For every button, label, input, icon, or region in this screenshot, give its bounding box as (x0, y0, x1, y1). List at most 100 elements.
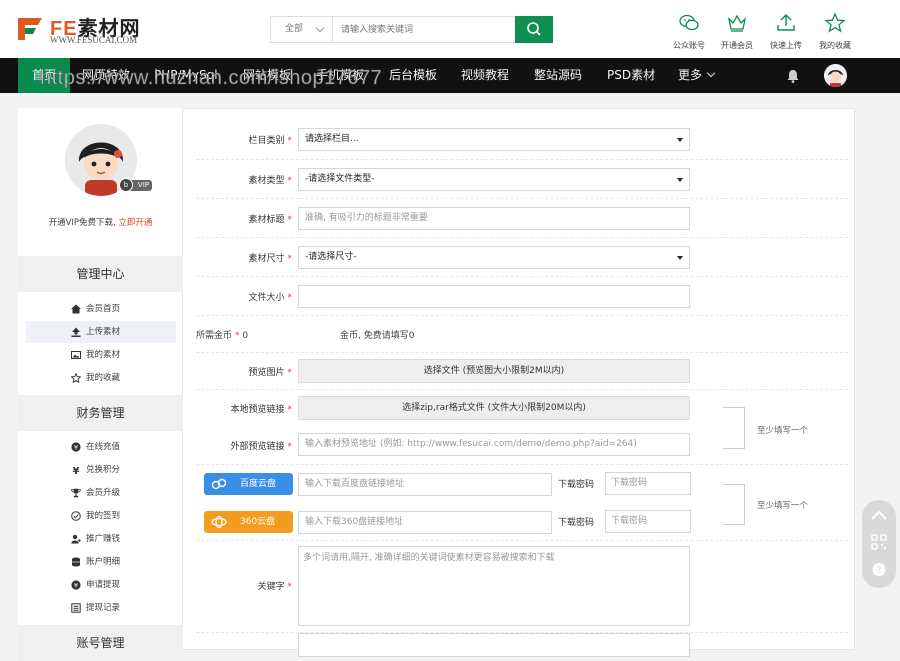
menu-label: 会员升级 (86, 488, 121, 498)
svg-text:?: ? (877, 566, 882, 576)
user-plus-icon (71, 534, 81, 544)
title-input[interactable]: 准确, 有吸引力的标题非常重要 (298, 207, 690, 230)
baidu-link-input[interactable]: 输入下载百度盘链接地址 (298, 473, 552, 496)
menu-label: 兑换积分 (86, 465, 121, 475)
nav-item-php[interactable]: PHP/MySql (154, 58, 218, 93)
external-preview-input[interactable]: 输入素材预览地址 (例如: http://www.fesucai.com/dem… (298, 433, 690, 456)
row-baidu: 百度云盘 输入下载百度盘链接地址 下载密码 下载密码 (196, 465, 848, 503)
preview-bracket (723, 407, 745, 449)
tool-vip[interactable]: 开通会员 (714, 10, 760, 52)
preview-image-file-button[interactable]: 选择文件 (预览图大小限制2M以内) (298, 359, 690, 383)
baidu-pan-button[interactable]: 百度云盘 (204, 473, 293, 495)
external-preview-label: 外部预览链接 * (230, 442, 292, 452)
star-icon (824, 12, 846, 33)
pan360-button[interactable]: 360云盘 (204, 511, 293, 533)
baidu-button-label: 百度云盘 (240, 479, 277, 489)
logo-mark-icon (18, 18, 42, 40)
local-preview-file-button[interactable]: 选择zip,rar格式文件 (文件大小限制20M以内) (298, 396, 690, 420)
pan360-pwd-input[interactable]: 下载密码 (605, 510, 691, 533)
row-external-preview: 外部预览链接 * 输入素材预览地址 (例如: http://www.fesucai… (196, 427, 848, 465)
logo-url: WWW.FESUCAI.COM (50, 35, 138, 45)
qrcode-icon[interactable] (871, 534, 887, 550)
caret-down-icon (677, 178, 683, 182)
vip-badge-label: VIP (137, 181, 149, 189)
category-select[interactable]: 请选择栏目... (298, 128, 690, 151)
nav-item-source[interactable]: 整站源码 (534, 58, 582, 93)
bell-icon[interactable] (785, 68, 801, 84)
sidebar-item-member-home[interactable]: 会员首页 (26, 298, 176, 320)
coins-note: 金币, 免费请填写0 (340, 331, 415, 341)
scroll-top-icon[interactable] (870, 508, 888, 522)
site-logo[interactable]: FE素材网 WWW.FESUCAI.COM (16, 12, 166, 46)
section-management: 管理中心 (18, 256, 183, 292)
filesize-input[interactable] (298, 285, 690, 308)
sidebar-item-upgrade[interactable]: 会员升级 (26, 482, 176, 504)
vip-prompt-text: 开通VIP免费下载, (48, 218, 116, 228)
svg-text:¥: ¥ (74, 443, 78, 451)
sidebar-item-recharge[interactable]: ¥ 在线充值 (26, 436, 176, 458)
row-local-preview: 本地预览链接 * 选择zip,rar格式文件 (文件大小限制20M以内) (196, 390, 848, 427)
member-sidebar: b VIP 开通VIP免费下载, 立即开通 管理中心 会员首页 上传素材 我的素材… (18, 108, 183, 661)
tool-label: 我的收藏 (819, 41, 851, 50)
row-size: 素材尺寸 * -请选择尺寸- (196, 238, 848, 277)
tool-wechat[interactable]: 公众账号 (666, 10, 712, 52)
pan360-link-input[interactable]: 输入下载360盘链接地址 (298, 511, 552, 534)
tool-upload[interactable]: 快速上传 (763, 10, 809, 52)
row-category: 栏目类别 * 请选择栏目... (196, 120, 848, 160)
upload-icon (777, 14, 795, 31)
main-nav: 首页 网页特效 PHP/MySql 网站模板 手机模板 后台模板 视频教程 整站… (0, 58, 900, 93)
sidebar-item-promote[interactable]: 推广赚钱 (26, 528, 176, 550)
nav-item-psd[interactable]: PSD素材 (607, 58, 655, 93)
row-preview-image: 预览图片 * 选择文件 (预览图大小限制2M以内) (196, 353, 848, 390)
nav-item-templates[interactable]: 网站模板 (243, 58, 291, 93)
local-preview-label: 本地预览链接 * (230, 405, 292, 415)
nav-item-mobile[interactable]: 手机模板 (316, 58, 364, 93)
sidebar-item-favorites[interactable]: 我的收藏 (26, 367, 176, 389)
preview-image-label: 预览图片 * (248, 368, 292, 378)
coin-icon: ¥ (71, 442, 81, 452)
search-category-select[interactable]: 全部 (271, 17, 333, 42)
filesize-label: 文件大小 * (248, 293, 292, 303)
coins-label: 所需金币 * 0 (196, 331, 249, 341)
caret-down-icon (677, 256, 683, 260)
sidebar-item-upload[interactable]: 上传素材 (26, 321, 176, 343)
menu-label: 推广赚钱 (86, 534, 121, 544)
coins-value[interactable]: 0 (242, 331, 248, 341)
sidebar-item-my-assets[interactable]: 我的素材 (26, 344, 176, 366)
row-keywords: 关键字 * 多个词请用,隔开, 准确详细的关键词使素材更容易被搜索和下载 (196, 541, 848, 633)
type-select[interactable]: -请选择文件类型- (298, 168, 690, 191)
sidebar-item-withdraw[interactable]: ¥ 申请提现 (26, 574, 176, 596)
tool-favorites[interactable]: 我的收藏 (812, 10, 858, 52)
nav-item-video[interactable]: 视频教程 (461, 58, 509, 93)
user-avatar[interactable] (824, 64, 847, 87)
nav-item-home[interactable]: 首页 (18, 58, 71, 93)
nav-item-effects[interactable]: 网页特效 (82, 58, 130, 93)
size-select[interactable]: -请选择尺寸- (298, 246, 690, 269)
sidebar-item-withdraw-log[interactable]: 提现记录 (26, 597, 176, 619)
search-button[interactable] (515, 16, 553, 43)
baidu-pwd-input[interactable]: 下载密码 (605, 472, 691, 495)
search-icon (527, 22, 541, 36)
check-circle-icon (71, 511, 81, 521)
menu-label: 会员首页 (86, 304, 121, 314)
type-label: 素材类型 * (248, 176, 292, 186)
keywords-textarea[interactable]: 多个词请用,隔开, 准确详细的关键词使素材更容易被搜索和下载 (298, 546, 690, 626)
top-header: FE素材网 WWW.FESUCAI.COM 全部 公众账号 开通会员 快速上传 … (0, 0, 900, 58)
chevron-down-icon (706, 68, 716, 78)
feedback-icon[interactable]: ? (871, 562, 887, 578)
open-vip-link[interactable]: 立即开通 (118, 218, 152, 228)
menu-label: 申请提现 (86, 580, 121, 590)
download-bracket (723, 484, 745, 525)
menu-label: 我的素材 (86, 350, 121, 360)
baidu-pwd-label: 下载密码 (558, 480, 595, 490)
nav-more[interactable]: 更多 (678, 58, 716, 93)
sidebar-item-account-detail[interactable]: 账户明细 (26, 551, 176, 573)
star-icon (71, 373, 81, 383)
next-input[interactable] (298, 633, 690, 657)
sidebar-item-checkin[interactable]: 我的签到 (26, 505, 176, 527)
search-bar: 全部 (270, 16, 553, 43)
sidebar-item-exchange[interactable]: ¥ 兑换积分 (26, 459, 176, 481)
search-input[interactable] (337, 17, 515, 42)
yen-icon: ¥ (73, 466, 80, 475)
nav-item-admin[interactable]: 后台模板 (389, 58, 437, 93)
